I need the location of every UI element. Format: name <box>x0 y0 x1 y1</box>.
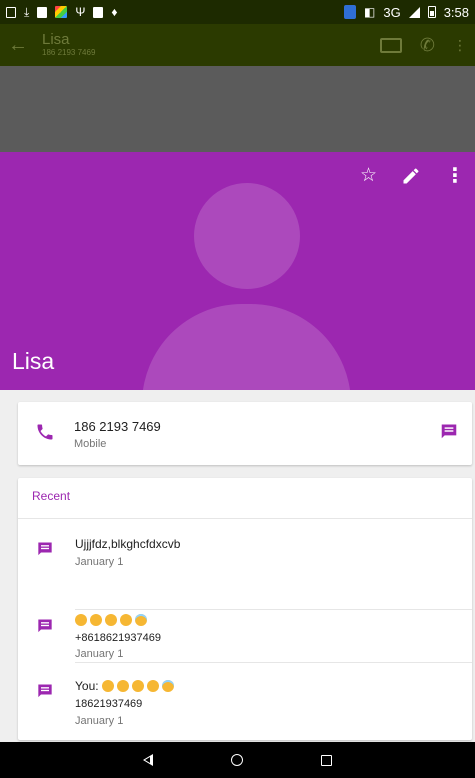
emoji-icon <box>116 680 129 692</box>
phone-icon[interactable]: ✆ <box>420 35 435 56</box>
app-bar: ← Lisa 186 2193 7469 ✆ ⋮ <box>0 24 475 66</box>
status-bar: ⤓ Ψ ♦ ◧ 3G 3:58 <box>0 0 475 24</box>
signal-icon <box>408 6 420 18</box>
recent-item[interactable]: Ujjjfdz,blkghcfdxcvb January 1 <box>18 518 472 590</box>
nav-back-icon[interactable] <box>143 754 153 766</box>
message-date: January 1 <box>75 715 124 727</box>
app-bar-actions: ✆ ⋮ <box>379 35 467 56</box>
recent-title: Recent <box>32 489 71 503</box>
emoji-icon <box>105 614 117 626</box>
app-bar-title-wrap: Lisa 186 2193 7469 <box>42 32 380 58</box>
edit-icon[interactable] <box>401 166 421 186</box>
avatar-placeholder-head <box>194 183 300 289</box>
message-icon[interactable] <box>440 423 458 439</box>
emoji-icon <box>75 614 87 626</box>
status-right: ◧ 3G 3:58 <box>344 5 469 20</box>
star-icon[interactable]: ☆ <box>360 164 377 187</box>
status-time: 3:58 <box>443 4 469 20</box>
lock-icon <box>37 6 48 18</box>
emoji-icon <box>161 680 174 692</box>
bluetooth-icon <box>344 5 356 19</box>
phone-icon <box>35 422 55 442</box>
avatar-placeholder-body <box>142 304 351 390</box>
emoji-icon <box>90 614 102 626</box>
nav-recents-icon[interactable] <box>321 754 332 766</box>
emoji-icon <box>135 614 147 626</box>
phone-number: 186 2193 7469 <box>74 419 161 434</box>
message-text: Ujjjfdz,blkghcfdxcvb <box>75 537 181 551</box>
message-number: 18621937469 <box>75 698 143 710</box>
app-bar-title: Lisa <box>42 31 70 48</box>
message-date: January 1 <box>75 556 124 568</box>
battery-icon <box>427 6 436 18</box>
phone-type: Mobile <box>74 438 107 450</box>
contact-header: ☆ ⋮ Lisa <box>0 152 475 390</box>
emoji-icon <box>101 680 114 692</box>
emoji-icon <box>131 680 144 692</box>
message-date: January 1 <box>75 648 124 660</box>
overlay-scrim <box>0 66 475 152</box>
message-icon <box>37 683 53 698</box>
message-emoji-row: You: <box>75 679 174 693</box>
message-emoji-row <box>75 614 147 626</box>
contact-card-icon[interactable] <box>379 37 402 53</box>
vibrate-icon: ◧ <box>364 5 376 19</box>
phone-entry-card[interactable]: 186 2193 7469 Mobile <box>18 402 472 465</box>
app-icon <box>55 6 68 18</box>
message-sender: You: <box>75 679 99 693</box>
download-icon: ⤓ <box>24 5 30 19</box>
status-left: ⤓ Ψ ♦ <box>6 6 117 18</box>
recent-card: Recent Ujjjfdz,blkghcfdxcvb January 1 +8… <box>18 478 472 740</box>
usb-icon: Ψ <box>75 5 86 19</box>
contact-name: Lisa <box>12 348 55 374</box>
recent-item[interactable]: +8618621937469 January 1 <box>18 590 472 663</box>
recent-item[interactable]: You: 18621937469 January 1 <box>18 663 472 738</box>
message-icon <box>37 618 53 633</box>
sd-card-icon <box>93 6 104 18</box>
navigation-bar <box>0 742 475 778</box>
message-number: +8618621937469 <box>75 632 161 644</box>
emoji-icon <box>146 680 159 692</box>
nav-home-icon[interactable] <box>231 754 243 766</box>
screenshot-icon <box>6 6 16 18</box>
more-vert-icon[interactable]: ⋮ <box>453 37 467 54</box>
emoji-icon <box>120 614 132 626</box>
back-arrow-icon[interactable]: ← <box>8 34 42 57</box>
more-vert-icon[interactable]: ⋮ <box>445 166 465 186</box>
message-icon <box>37 541 53 556</box>
header-actions: ☆ ⋮ <box>360 164 465 187</box>
network-type: 3G <box>383 4 401 20</box>
app-bar-subtitle: 186 2193 7469 <box>42 48 96 57</box>
android-debug-icon: ♦ <box>111 5 118 19</box>
